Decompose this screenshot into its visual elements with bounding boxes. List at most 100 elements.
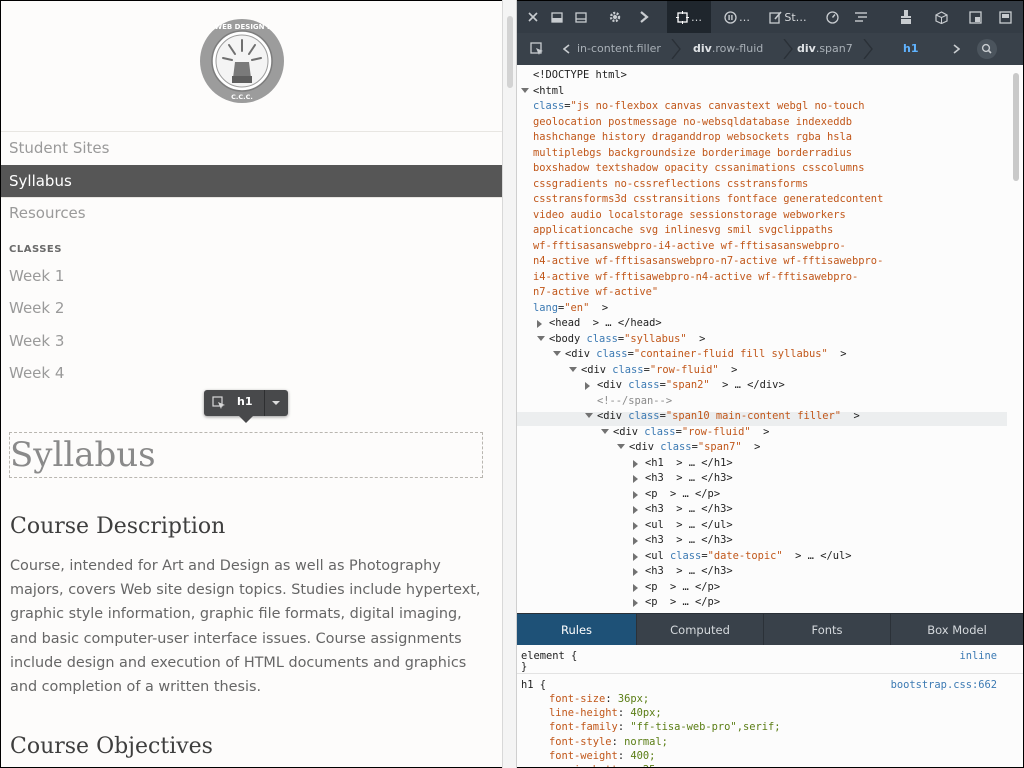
markup-node-line[interactable]: <p > … </p> <box>645 488 720 501</box>
breadcrumb-item-span7[interactable]: div.span7 <box>797 33 853 65</box>
markup-node-line[interactable]: applicationcache svg inlinesvg smil svgc… <box>533 224 833 237</box>
page-scrollbar[interactable] <box>502 0 517 768</box>
markup-node-line[interactable]: <div class="row-fluid" > <box>613 426 769 439</box>
css-property[interactable]: font-weight <box>549 750 618 762</box>
markup-node-line[interactable]: <p > … </p> <box>645 581 720 594</box>
breadcrumb-forward-icon[interactable] <box>947 33 965 65</box>
markup-node-line[interactable]: <ul class="date-topic" > … </ul> <box>645 550 851 563</box>
markup-node-line[interactable]: <p > … </p> <box>645 596 720 609</box>
expand-twisty-icon[interactable] <box>585 382 590 390</box>
tab-rules[interactable]: Rules <box>517 614 637 646</box>
expand-twisty-icon[interactable] <box>537 320 542 328</box>
h1-rule-source[interactable]: bootstrap.css:662 <box>891 678 997 692</box>
markup-node-line[interactable]: <div class="container-fluid fill syllabu… <box>565 348 847 361</box>
css-property[interactable]: line-height <box>549 707 618 719</box>
breadcrumb-item-row-fluid[interactable]: div.row-fluid <box>693 33 763 65</box>
markup-node-line[interactable]: <!--/span--> <box>597 395 672 408</box>
markup-node-line[interactable]: class="js no-flexbox canvas canvastext w… <box>533 100 865 113</box>
markup-node-line[interactable]: video audio localstorage sessionstorage … <box>533 209 846 222</box>
collapse-twisty-icon[interactable] <box>569 366 577 372</box>
css-value[interactable]: 25px; <box>643 764 674 767</box>
nav-item-syllabus[interactable]: Syllabus <box>1 165 502 197</box>
css-declaration[interactable]: line-height: 40px; <box>549 706 662 720</box>
page-scrollbar-thumb[interactable] <box>507 16 513 88</box>
search-icon[interactable] <box>973 33 1001 65</box>
infobar-menu-caret-icon[interactable] <box>272 401 280 405</box>
expand-twisty-icon[interactable] <box>633 506 638 514</box>
tab-computed[interactable]: Computed <box>637 614 764 646</box>
web-design-logo[interactable]: WEB DESIGN I C.C.C. <box>199 18 285 104</box>
close-icon[interactable] <box>521 1 545 33</box>
collapse-twisty-icon[interactable] <box>601 428 609 434</box>
pick-element-icon[interactable] <box>525 33 549 65</box>
3d-view-icon[interactable] <box>927 1 955 33</box>
css-property[interactable]: font-family <box>549 721 618 733</box>
collapse-twisty-icon[interactable] <box>617 444 625 449</box>
week-link-4[interactable]: Week 4 <box>9 364 64 382</box>
markup-node-line[interactable]: <html <box>533 85 564 98</box>
week-link-2[interactable]: Week 2 <box>9 299 64 317</box>
expand-twisty-icon[interactable] <box>633 552 638 561</box>
markup-node-line[interactable]: <head > … </head> <box>549 317 662 330</box>
markup-node-line[interactable]: <div class="span2" > … </div> <box>597 379 785 392</box>
css-property[interactable]: font-size <box>549 693 605 705</box>
profiler-icon[interactable] <box>819 1 845 33</box>
tab-box-model[interactable]: Box Model <box>891 614 1023 646</box>
markup-node-line[interactable]: <h3 > … </h3> <box>645 503 733 516</box>
style-editor-icon[interactable]: St… <box>763 1 813 33</box>
markup-node-line[interactable]: <h3 > … </h3> <box>645 565 733 578</box>
expand-twisty-icon[interactable] <box>633 459 638 468</box>
css-value[interactable]: normal; <box>624 736 668 748</box>
css-property[interactable]: font-style <box>549 736 612 748</box>
options-gear-icon[interactable] <box>601 1 629 33</box>
breadcrumb-item[interactable]: in-content.filler <box>577 33 661 65</box>
rules-panel[interactable]: element { inline } h1 { bootstrap.css:66… <box>517 645 1023 767</box>
markup-node-line[interactable]: cssgradients no-cssreflections csstransf… <box>533 178 808 191</box>
markup-node-line[interactable]: <!DOCTYPE html> <box>533 69 627 82</box>
markup-node-line[interactable]: lang="en" > <box>533 302 608 315</box>
breadcrumb-back-icon[interactable] <box>559 33 573 65</box>
markup-node-line[interactable]: n7-active wf-active" <box>533 286 658 299</box>
css-value[interactable]: 400; <box>630 750 655 762</box>
responsive-icon[interactable] <box>961 1 989 33</box>
nav-item-student-sites[interactable]: Student Sites <box>1 132 502 164</box>
collapse-twisty-icon[interactable] <box>537 335 545 341</box>
markup-node-line[interactable]: n4-active wf-fftisasanswebpro-n7-active … <box>533 255 883 268</box>
tab-fonts[interactable]: Fonts <box>764 614 891 646</box>
css-declaration[interactable]: font-family: "ff-tisa-web-pro",serif; <box>549 720 780 734</box>
css-declaration[interactable]: font-style: normal; <box>549 735 668 749</box>
network-icon[interactable] <box>847 1 875 33</box>
week-link-3[interactable]: Week 3 <box>9 332 64 350</box>
css-value[interactable]: 40px; <box>630 707 661 719</box>
markup-scrollbar-thumb[interactable] <box>1013 73 1019 181</box>
css-value[interactable]: 36px; <box>618 693 649 705</box>
markup-node-line[interactable]: wf-fftisasanswebpro-i4-active wf-fftisas… <box>533 240 846 253</box>
expand-twisty-icon[interactable] <box>633 537 638 545</box>
markup-node-line[interactable]: csstransforms3d csstransitions fontface … <box>533 193 883 206</box>
expand-twisty-icon[interactable] <box>633 599 638 607</box>
markup-node-line[interactable]: <ul > … </ul> <box>645 519 733 532</box>
week-link-1[interactable]: Week 1 <box>9 267 64 285</box>
collapse-twisty-icon[interactable] <box>553 351 561 356</box>
markup-node-line[interactable]: boxshadow textshadow opacity cssanimatio… <box>533 162 865 175</box>
css-declaration[interactable]: font-weight: 400; <box>549 749 655 763</box>
nav-item-resources[interactable]: Resources <box>1 197 502 229</box>
expand-twisty-icon[interactable] <box>633 583 638 592</box>
console-icon[interactable] <box>631 1 657 33</box>
split-console-icon[interactable] <box>569 1 593 33</box>
paint-flashing-icon[interactable] <box>893 1 919 33</box>
dock-icon[interactable] <box>545 1 569 33</box>
css-value[interactable]: "ff-tisa-web-pro",serif; <box>630 721 780 733</box>
collapse-twisty-icon[interactable] <box>585 413 593 418</box>
markup-node-line[interactable]: <body class="syllabus" > <box>549 333 705 346</box>
css-property[interactable]: margin-bottom <box>549 764 630 767</box>
inspector-icon[interactable]: … <box>667 1 711 33</box>
css-declaration[interactable]: margin-bottom: 25px; <box>549 763 674 767</box>
debugger-icon[interactable]: … <box>715 1 759 33</box>
markup-node-line[interactable]: <div class="span10 main-content filler" … <box>597 410 860 423</box>
markup-node-line[interactable]: hashchange history draganddrop websocket… <box>533 131 852 144</box>
expand-twisty-icon[interactable] <box>633 568 638 576</box>
markup-node-line[interactable]: <div class="row-fluid" > <box>581 364 737 377</box>
markup-node-line[interactable]: multiplebgs backgroundsize borderimage b… <box>533 147 852 160</box>
markup-node-line[interactable]: geolocation postmessage no-websqldatabas… <box>533 116 852 129</box>
